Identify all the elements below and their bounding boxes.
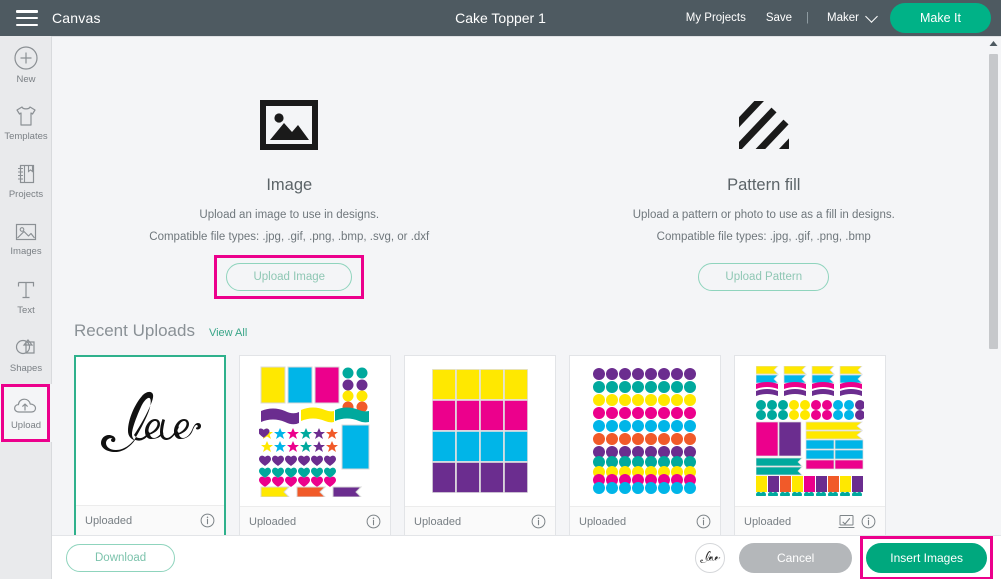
sidebar-item-projects[interactable]: Projects xyxy=(0,152,52,210)
upload-tile-filetypes: Compatible file types: .jpg, .gif, .png,… xyxy=(149,231,430,243)
my-projects-link[interactable]: My Projects xyxy=(676,12,756,24)
upload-panel-scroll: Image Upload an image to use in designs.… xyxy=(52,36,1001,535)
sidebar-item-label: New xyxy=(16,74,36,85)
left-sidebar: New Templates Projects Images Text Shape… xyxy=(0,36,52,579)
recent-uploads-header: Recent Uploads View All xyxy=(52,291,1001,341)
app-header: Canvas Cake Topper 1 My Projects Save | … xyxy=(0,0,1001,36)
upload-card-footer: Uploaded xyxy=(76,505,224,535)
upload-tile-description: Upload an image to use in designs. xyxy=(199,209,380,221)
upload-thumbnail xyxy=(240,356,390,506)
sidebar-item-label: Projects xyxy=(8,189,44,200)
sidebar-item-images[interactable]: Images xyxy=(0,210,52,268)
upload-tile-image: Image Upload an image to use in designs.… xyxy=(52,92,527,299)
notebook-icon xyxy=(14,162,38,186)
recent-uploads-title: Recent Uploads xyxy=(74,321,195,340)
sidebar-item-new[interactable]: New xyxy=(0,36,52,94)
status-badge: Uploaded xyxy=(579,515,627,528)
sidebar-item-text[interactable]: Text xyxy=(0,268,52,326)
canvas-label[interactable]: Canvas xyxy=(52,10,101,26)
upload-thumbnail xyxy=(570,356,720,506)
upload-thumbnail xyxy=(735,356,885,506)
view-all-link[interactable]: View All xyxy=(209,327,247,339)
upload-tile-filetypes: Compatible file types: .jpg, .gif, .png,… xyxy=(656,231,871,243)
upload-card[interactable]: Uploaded xyxy=(734,355,886,535)
upload-panel: Image Upload an image to use in designs.… xyxy=(52,36,1001,579)
save-button[interactable]: Save xyxy=(756,12,802,24)
info-icon[interactable] xyxy=(366,514,381,529)
upload-tile-description: Upload a pattern or photo to use as a fi… xyxy=(632,209,895,221)
panel-scrollbar[interactable] xyxy=(986,36,1001,535)
insert-images-highlight: Insert Images xyxy=(860,535,993,579)
info-icon[interactable] xyxy=(200,513,215,528)
app-root: Canvas Cake Topper 1 My Projects Save | … xyxy=(0,0,1001,579)
panel-top-divider xyxy=(52,36,1001,37)
status-badge: Uploaded xyxy=(85,514,133,527)
cancel-button[interactable]: Cancel xyxy=(738,542,853,573)
upload-card[interactable]: Uploaded xyxy=(404,355,556,535)
sidebar-item-label: Images xyxy=(10,246,42,257)
sidebar-item-shapes[interactable]: Shapes xyxy=(0,326,52,384)
shapes-icon xyxy=(13,336,39,360)
upload-type-tiles: Image Upload an image to use in designs.… xyxy=(52,36,1001,299)
upload-image-highlight: Upload Image xyxy=(214,243,364,299)
image-placeholder-icon xyxy=(52,92,527,158)
screen-check-icon[interactable] xyxy=(838,514,855,529)
selected-image-avatar[interactable] xyxy=(694,542,725,573)
chevron-down-icon[interactable] xyxy=(865,9,878,23)
upload-pattern-wrap: Upload Pattern xyxy=(698,243,830,291)
footer-actions: Cancel Insert Images xyxy=(694,535,993,579)
cloud-upload-icon xyxy=(12,395,40,417)
header-divider: | xyxy=(806,12,810,24)
recent-uploads-list: Uploaded Uploaded Uploaded Uploaded Uplo… xyxy=(52,341,1001,535)
sidebar-item-templates[interactable]: Templates xyxy=(0,94,52,152)
upload-card-footer: Uploaded xyxy=(240,506,390,535)
upload-thumbnail xyxy=(76,357,224,505)
upload-tile-title: Pattern fill xyxy=(727,176,801,194)
status-badge: Uploaded xyxy=(249,515,297,528)
info-icon[interactable] xyxy=(861,514,876,529)
upload-card-footer: Uploaded xyxy=(405,506,555,535)
caret-up-icon[interactable] xyxy=(986,36,1001,51)
status-badge: Uploaded xyxy=(744,515,792,528)
diagonal-stripes-icon xyxy=(527,92,1001,158)
sidebar-item-label: Templates xyxy=(4,131,48,142)
sidebar-item-label: Shapes xyxy=(9,363,43,374)
tshirt-icon xyxy=(13,104,39,128)
upload-pattern-button[interactable]: Upload Pattern xyxy=(698,263,830,291)
upload-card-footer: Uploaded xyxy=(735,506,885,535)
plus-circle-icon xyxy=(13,45,39,71)
upload-tile-title: Image xyxy=(266,176,313,194)
upload-card[interactable]: Uploaded xyxy=(239,355,391,535)
download-button[interactable]: Download xyxy=(66,543,176,572)
panel-footer: Download Cancel Insert Images xyxy=(52,535,1001,579)
sidebar-item-label: Upload xyxy=(10,420,42,431)
upload-card-footer: Uploaded xyxy=(570,506,720,535)
upload-tile-pattern: Pattern fill Upload a pattern or photo t… xyxy=(527,92,1001,291)
upload-card[interactable]: Uploaded xyxy=(569,355,721,535)
upload-thumbnail xyxy=(405,356,555,506)
text-t-icon xyxy=(14,278,38,302)
status-badge: Uploaded xyxy=(414,515,462,528)
make-it-button[interactable]: Make It xyxy=(890,3,991,33)
photo-icon xyxy=(13,221,39,243)
hamburger-icon[interactable] xyxy=(16,10,38,26)
info-icon[interactable] xyxy=(531,514,546,529)
sidebar-item-label: Text xyxy=(17,305,35,316)
upload-image-button[interactable]: Upload Image xyxy=(226,263,353,291)
info-icon[interactable] xyxy=(696,514,711,529)
sidebar-item-upload[interactable]: Upload xyxy=(0,384,52,442)
insert-images-button[interactable]: Insert Images xyxy=(866,542,987,573)
scrollbar-thumb[interactable] xyxy=(989,54,998,349)
upload-card[interactable]: Uploaded xyxy=(74,355,226,535)
header-actions: My Projects Save | Maker Make It xyxy=(676,3,1001,33)
machine-selector[interactable]: Maker xyxy=(813,12,865,24)
